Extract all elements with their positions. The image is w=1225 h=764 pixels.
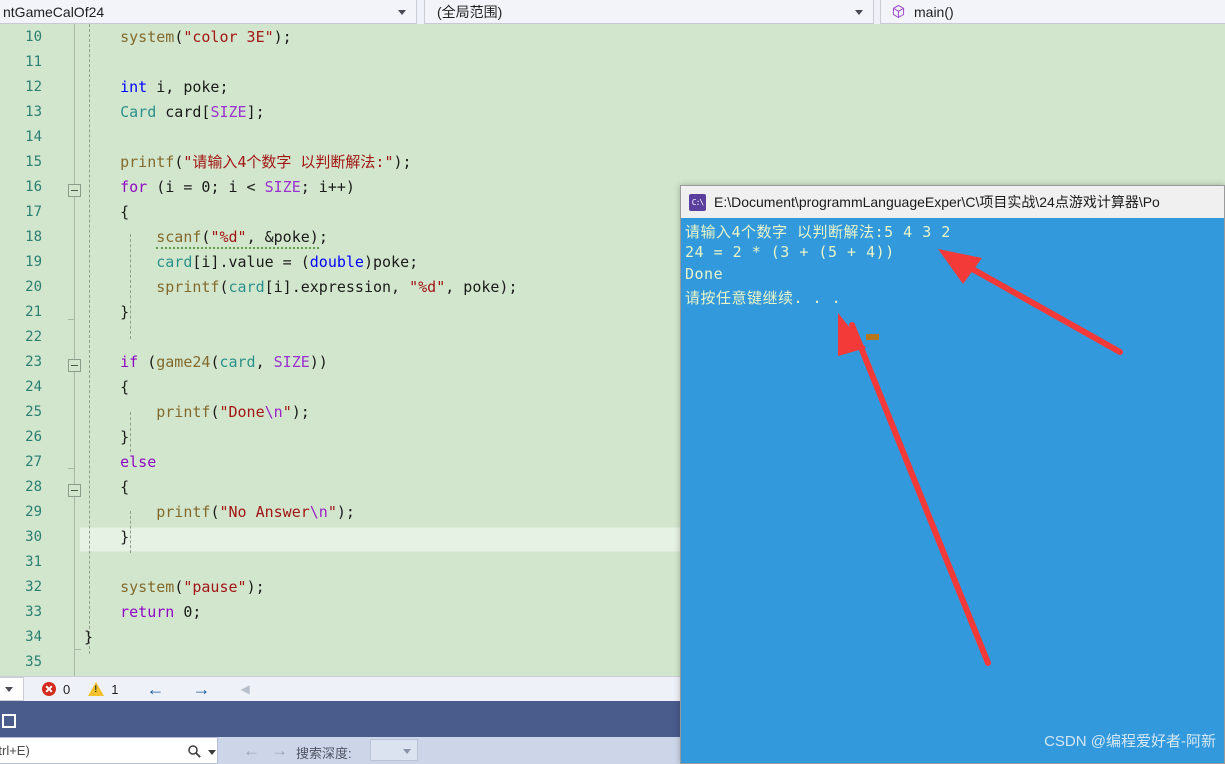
member-dropdown[interactable]: main() xyxy=(880,0,1225,24)
line-number-gutter: 10 11 12 13 14 15 16 17 18 19 20 21 22 2… xyxy=(0,24,48,676)
scope-dropdown[interactable]: (全局范围) xyxy=(424,0,874,24)
line-number: 21 xyxy=(25,304,42,320)
scope-dropdown-label: (全局范围) xyxy=(437,3,503,20)
error-count-label: 0 xyxy=(63,681,71,697)
line-number: 30 xyxy=(25,529,42,545)
line-number: 35 xyxy=(25,654,42,670)
line-number: 29 xyxy=(25,504,42,520)
search-depth-dropdown[interactable] xyxy=(370,739,418,761)
chevron-down-icon xyxy=(398,9,406,15)
line-number: 11 xyxy=(25,54,42,70)
line-number: 27 xyxy=(25,454,42,470)
chevron-down-icon xyxy=(403,749,411,754)
search-options-chevron-icon[interactable] xyxy=(208,750,216,755)
code-line-27[interactable]: else xyxy=(84,450,156,475)
fold-toggle-else[interactable] xyxy=(68,484,81,497)
line-number: 24 xyxy=(25,379,42,395)
csdn-watermark: CSDN @编程爱好者-阿新 xyxy=(1044,733,1216,750)
errorlist-filter-dropdown[interactable] xyxy=(0,677,24,701)
line-number: 25 xyxy=(25,404,42,420)
code-line-18[interactable]: scanf("%d", &poke); xyxy=(84,225,328,250)
editor-navigation-bar: ntGameCalOf24 (全局范围) main() xyxy=(0,0,1225,24)
console-output-area[interactable]: 请输入4个数字 以判断解法:5 4 3 2 24 = 2 * (3 + (5 +… xyxy=(681,218,1224,763)
line-number: 12 xyxy=(25,79,42,95)
code-line-21[interactable]: } xyxy=(84,300,129,325)
line-number: 10 xyxy=(25,29,42,45)
code-line-24[interactable]: { xyxy=(84,375,129,400)
console-app-icon: C:\ xyxy=(689,193,706,211)
warning-count-label: 1 xyxy=(111,681,119,697)
code-line-23[interactable]: if (game24(card, SIZE)) xyxy=(84,350,328,375)
code-line-34[interactable]: } xyxy=(84,625,93,650)
code-line-26[interactable]: } xyxy=(84,425,129,450)
line-number: 23 xyxy=(25,354,42,370)
search-input[interactable]: Ctrl+E) xyxy=(0,737,218,764)
line-number: 22 xyxy=(25,329,42,345)
line-number: 26 xyxy=(25,429,42,445)
fold-scope-end xyxy=(74,649,81,650)
code-line-10[interactable]: system("color 3E"); xyxy=(84,25,292,50)
fold-scope-tick xyxy=(68,319,75,320)
code-line-12[interactable]: int i, poke; xyxy=(84,75,228,100)
code-line-33[interactable]: return 0; xyxy=(84,600,201,625)
code-line-19[interactable]: card[i].value = (double)poke; xyxy=(84,250,418,275)
member-dropdown-label: main() xyxy=(914,3,954,20)
console-title-bar[interactable]: C:\ E:\Document\programmLanguageExper\C\… xyxy=(681,186,1224,218)
magnifier-icon[interactable] xyxy=(187,744,202,759)
collapse-panel-button[interactable]: ◀ xyxy=(240,683,249,695)
console-output-line: 请按任意键继续. . . xyxy=(685,289,842,307)
line-number: 31 xyxy=(25,554,42,570)
outlining-margin xyxy=(74,24,75,676)
line-number: 32 xyxy=(25,579,42,595)
error-circle-icon xyxy=(42,682,56,696)
console-window[interactable]: C:\ E:\Document\programmLanguageExper\C\… xyxy=(680,185,1225,764)
line-number: 13 xyxy=(25,104,42,120)
code-line-28[interactable]: { xyxy=(84,475,129,500)
code-line-17[interactable]: { xyxy=(84,200,129,225)
line-number: 34 xyxy=(25,629,42,645)
line-number: 15 xyxy=(25,154,42,170)
search-input-value: Ctrl+E) xyxy=(0,743,30,758)
warning-count-item[interactable]: 1 xyxy=(88,682,118,697)
code-line-30[interactable]: } xyxy=(84,525,129,550)
fold-toggle-if[interactable] xyxy=(68,359,81,372)
find-back-button[interactable]: ← xyxy=(243,741,260,761)
code-line-20[interactable]: sprintf(card[i].expression, "%d", poke); xyxy=(84,275,517,300)
console-block-cursor xyxy=(866,334,879,340)
current-line-highlight xyxy=(80,527,680,552)
search-depth-label: 搜索深度: xyxy=(296,746,352,761)
line-number: 18 xyxy=(25,229,42,245)
project-dropdown-label: ntGameCalOf24 xyxy=(3,3,105,20)
chevron-down-icon xyxy=(855,9,863,15)
code-line-15[interactable]: printf("请输入4个数字 以判断解法:"); xyxy=(84,150,411,175)
previous-issue-button[interactable]: ← xyxy=(146,680,164,698)
code-line-13[interactable]: Card card[SIZE]; xyxy=(84,100,265,125)
fold-toggle-for-loop[interactable] xyxy=(68,184,81,197)
code-line-16[interactable]: for (i = 0; i < SIZE; i++) xyxy=(84,175,355,200)
find-forward-button[interactable]: → xyxy=(271,741,288,761)
next-issue-button[interactable]: → xyxy=(192,680,210,698)
console-output-line: Done xyxy=(685,265,724,283)
line-number: 28 xyxy=(25,479,42,495)
console-output-line: 24 = 2 * (3 + (5 + 4)) xyxy=(685,243,895,261)
tool-window-icon xyxy=(2,714,16,728)
console-output-line: 请输入4个数字 以判断解法:5 4 3 2 xyxy=(685,223,951,241)
line-number: 17 xyxy=(25,204,42,220)
code-line-29[interactable]: printf("No Answer\n"); xyxy=(84,500,355,525)
code-line-25[interactable]: printf("Done\n"); xyxy=(84,400,310,425)
line-number: 14 xyxy=(25,129,42,145)
error-count-item[interactable]: 0 xyxy=(42,682,70,697)
chevron-down-icon xyxy=(5,687,13,692)
fold-scope-tick xyxy=(68,468,75,469)
line-number: 19 xyxy=(25,254,42,270)
line-number: 33 xyxy=(25,604,42,620)
project-dropdown[interactable]: ntGameCalOf24 xyxy=(0,0,417,24)
console-window-title: E:\Document\programmLanguageExper\C\项目实战… xyxy=(714,194,1160,210)
line-number: 20 xyxy=(25,279,42,295)
line-number: 16 xyxy=(25,179,42,195)
code-line-32[interactable]: system("pause"); xyxy=(84,575,265,600)
method-cube-icon xyxy=(891,4,906,19)
warning-triangle-icon xyxy=(88,682,105,696)
